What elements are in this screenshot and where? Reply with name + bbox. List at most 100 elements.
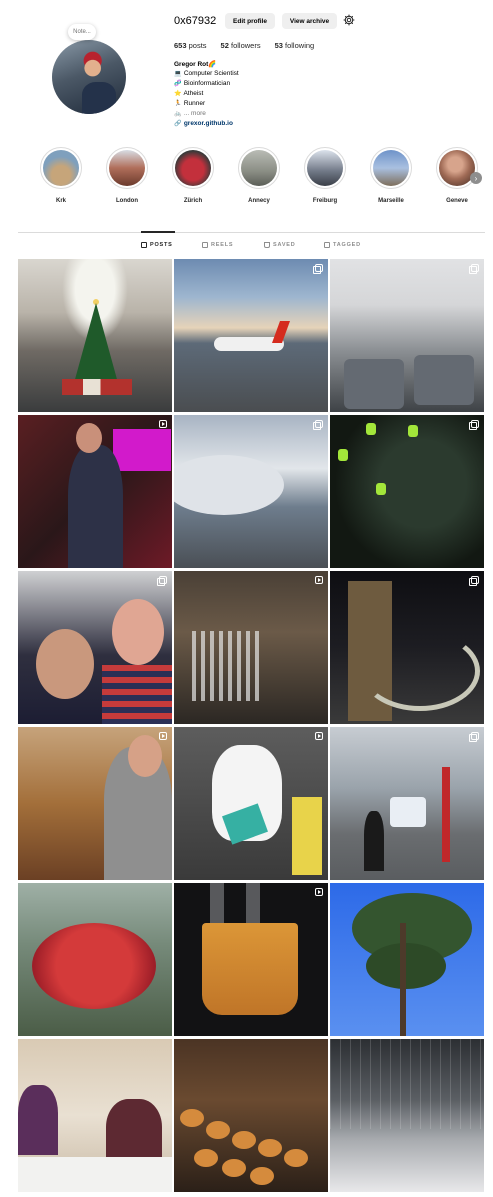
post-thumbnail[interactable]	[18, 1039, 172, 1192]
post-thumbnail[interactable]	[18, 883, 172, 1036]
bio-line-text: Bioinformatician	[183, 80, 231, 87]
bio-line-text: Computer Scientist	[183, 70, 239, 77]
reel-icon	[159, 732, 167, 740]
link-icon: 🔗	[174, 121, 182, 127]
note-bubble[interactable]: Note...	[68, 24, 96, 40]
reel-icon	[315, 888, 323, 896]
post-thumbnail[interactable]	[174, 571, 328, 724]
highlight-circle	[370, 147, 412, 189]
bookmark-icon	[264, 242, 270, 248]
highlight-label: London	[116, 198, 138, 204]
highlight-label: Marseille	[378, 198, 404, 204]
highlight-label: Zürich	[183, 198, 203, 204]
highlight-marseille[interactable]: Marseille	[366, 147, 416, 204]
bio-line-text: Runner	[183, 100, 206, 107]
reels-icon	[202, 242, 208, 248]
reel-icon	[159, 420, 167, 428]
carousel-icon	[469, 264, 479, 274]
posts-label: posts	[188, 41, 207, 50]
username: 0x67932	[174, 15, 217, 27]
posts-grid	[18, 259, 484, 1192]
posts-count: 653	[174, 41, 187, 50]
post-thumbnail[interactable]	[18, 571, 172, 724]
runner-icon: 🏃	[174, 101, 182, 107]
dna-icon: 🧬	[174, 81, 182, 87]
highlight-thumbnail	[175, 150, 211, 186]
post-thumbnail[interactable]	[174, 259, 328, 412]
highlight-annecy[interactable]: Annecy	[234, 147, 284, 204]
highlight-freiburg[interactable]: Freiburg	[300, 147, 350, 204]
carousel-icon	[157, 576, 167, 586]
post-thumbnail[interactable]	[18, 259, 172, 412]
profile-stats: 653 posts 52 followers 53 following	[174, 41, 328, 50]
bio-more-line: 🚲 ... more	[174, 109, 239, 119]
highlight-circle	[106, 147, 148, 189]
tab-posts[interactable]: POSTS	[141, 242, 173, 248]
post-thumbnail[interactable]	[330, 571, 484, 724]
carousel-icon	[469, 732, 479, 742]
highlight-circle	[304, 147, 346, 189]
followers-label: followers	[230, 41, 261, 50]
tab-label: TAGGED	[333, 242, 361, 248]
reel-icon	[315, 576, 323, 584]
highlight-label: Krk	[55, 198, 66, 204]
bicycle-icon: 🚲	[174, 111, 182, 117]
tab-divider	[18, 232, 485, 233]
highlight-zurich[interactable]: Zürich	[168, 147, 218, 204]
post-thumbnail[interactable]	[330, 415, 484, 568]
carousel-icon	[469, 576, 479, 586]
bio-line-text: Atheist	[183, 90, 204, 97]
tab-tagged[interactable]: TAGGED	[324, 242, 361, 248]
chevron-right-icon[interactable]: ›	[470, 172, 482, 184]
gear-icon[interactable]	[343, 14, 355, 26]
post-thumbnail[interactable]	[174, 1039, 328, 1192]
story-highlights: Krk London Zürich Annecy Freiburg Marsei…	[36, 147, 482, 209]
highlight-thumbnail	[109, 150, 145, 186]
bio-line: 💻 Computer Scientist	[174, 69, 239, 79]
bio-line: 🏃 Runner	[174, 99, 239, 109]
following-stat[interactable]: 53 following	[275, 41, 315, 50]
profile-avatar-container[interactable]	[52, 40, 126, 114]
bio-line: 🧬 Bioinformatician	[174, 79, 239, 89]
highlight-label: Freiburg	[312, 198, 338, 204]
bio-link-line: 🔗 grexor.github.io	[174, 119, 239, 129]
bio-line: ⭐ Atheist	[174, 89, 239, 99]
tab-saved[interactable]: SAVED	[264, 242, 296, 248]
highlight-london[interactable]: London	[102, 147, 152, 204]
post-thumbnail[interactable]	[330, 1039, 484, 1192]
highlight-circle	[40, 147, 82, 189]
post-thumbnail[interactable]	[330, 727, 484, 880]
post-thumbnail[interactable]	[174, 415, 328, 568]
post-thumbnail[interactable]	[174, 727, 328, 880]
carousel-icon	[469, 420, 479, 430]
tab-label: POSTS	[150, 242, 173, 248]
highlight-thumbnail	[373, 150, 409, 186]
active-tab-indicator	[141, 231, 175, 233]
followers-count: 52	[220, 41, 229, 50]
profile-bio: Gregor Rot🌈 💻 Computer Scientist 🧬 Bioin…	[174, 60, 239, 129]
post-thumbnail[interactable]	[174, 883, 328, 1036]
followers-stat[interactable]: 52 followers	[221, 41, 261, 50]
post-thumbnail[interactable]	[330, 259, 484, 412]
following-count: 53	[274, 41, 283, 50]
highlight-label: Annecy	[248, 198, 270, 204]
star-icon: ⭐	[174, 91, 182, 97]
edit-profile-button[interactable]: Edit profile	[225, 13, 275, 29]
tag-icon	[324, 242, 330, 248]
avatar[interactable]	[52, 40, 126, 114]
post-thumbnail[interactable]	[18, 415, 172, 568]
grid-icon	[141, 242, 147, 248]
highlight-thumbnail	[241, 150, 277, 186]
tab-label: REELS	[211, 242, 234, 248]
post-thumbnail[interactable]	[18, 727, 172, 880]
carousel-icon	[313, 264, 323, 274]
laptop-icon: 💻	[174, 71, 182, 77]
tab-label: SAVED	[273, 242, 296, 248]
post-thumbnail[interactable]	[330, 883, 484, 1036]
highlight-krk[interactable]: Krk	[36, 147, 86, 204]
posts-stat: 653 posts	[174, 41, 207, 50]
website-link[interactable]: grexor.github.io	[184, 120, 233, 127]
tab-reels[interactable]: REELS	[202, 242, 233, 248]
view-archive-button[interactable]: View archive	[282, 13, 337, 29]
bio-more-link[interactable]: ... more	[184, 110, 206, 117]
